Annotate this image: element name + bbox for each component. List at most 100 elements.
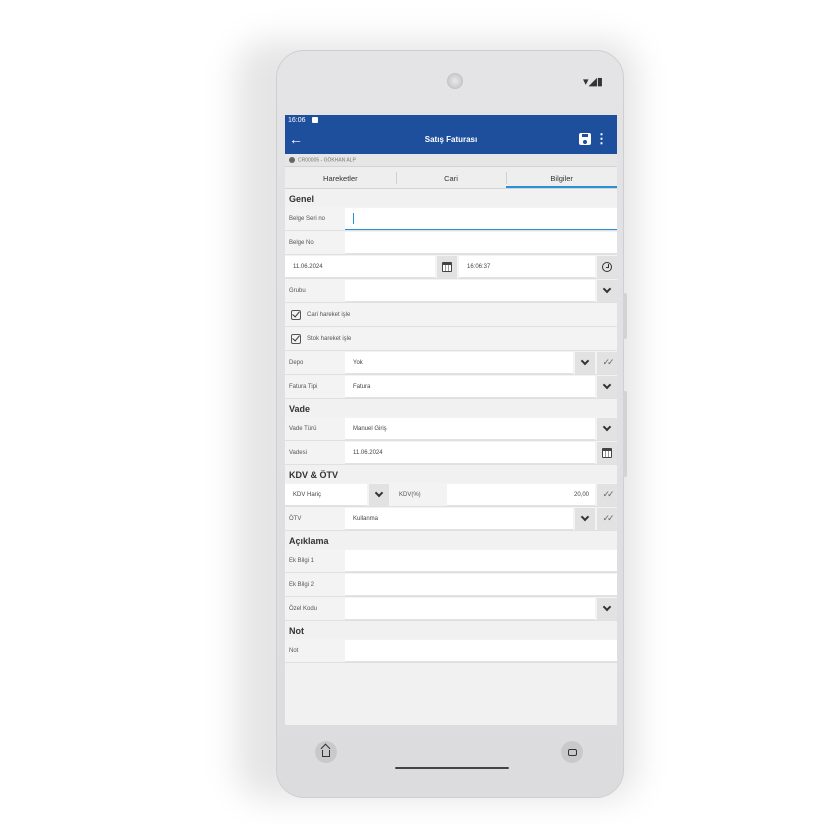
grubu-row: Grubu [285,279,617,303]
belge-no-row: Belge No [285,231,617,255]
recents-button[interactable] [561,741,583,763]
kdv-row: KDV Hariç KDV(%) 20,00 ✓✓ [285,483,617,507]
belge-seri-row: Belge Seri no [285,207,617,231]
ek-bilgi-2-label: Ek Bilgi 2 [289,581,315,588]
depo-confirm-button[interactable]: ✓✓ [597,351,617,374]
volume-button [623,293,627,339]
time-picker-button[interactable] [597,255,617,278]
date-time-row: 11.06.2024 16:06:37 [285,255,617,279]
ek-bilgi-2-row: Ek Bilgi 2 [285,573,617,597]
belge-seri-input[interactable] [345,207,617,230]
tab-hareketler[interactable]: Hareketler [285,167,396,188]
tab-bilgiler[interactable]: Bilgiler [506,167,617,188]
grubu-dropdown-button[interactable] [597,279,617,302]
fatura-tipi-row: Fatura Tipi Fatura [285,375,617,399]
otv-dropdown-button[interactable] [575,507,595,530]
more-vert-icon[interactable]: ⋮ [595,132,608,145]
calendar-icon [442,261,452,272]
vadesi-row: Vadesi 11.06.2024 [285,441,617,465]
stok-checkbox[interactable] [291,333,301,344]
customer-line: CR00005 - GÖKHAN ALP [285,154,617,167]
belge-no-input[interactable] [345,231,617,254]
kdv-mode-dropdown-button[interactable] [369,483,389,506]
page-title: Satış Faturası [424,135,478,144]
system-status-bar: 16:06 [285,115,617,128]
kdv-pct-label: KDV(%) [399,491,421,498]
chevron-down-icon [602,422,612,432]
chevron-down-icon [602,602,612,612]
recents-icon [567,748,577,756]
depo-select[interactable]: Yok [345,351,573,374]
ek-bilgi-2-input[interactable] [345,573,617,596]
fatura-tipi-select[interactable]: Fatura [345,375,595,398]
hardware-status-icons: ▾◢▮ [582,76,603,88]
ozel-kodu-dropdown-button[interactable] [597,597,617,620]
ek-bilgi-1-row: Ek Bilgi 1 [285,549,617,573]
depo-label: Depo [289,359,304,366]
belge-seri-label: Belge Seri no [289,215,326,222]
vade-turu-row: Vade Türü Manuel Giriş [285,417,617,441]
otv-label: ÖTV [289,515,302,522]
gesture-bar[interactable] [395,767,509,769]
status-time: 16:06 [288,117,306,124]
cari-checkbox[interactable] [291,309,301,320]
not-label: Not [289,647,299,654]
tab-cari[interactable]: Cari [395,167,507,188]
not-row: Not [285,639,617,663]
text-cursor [353,212,354,224]
tab-bar: Hareketler Cari Bilgiler [285,167,617,189]
double-check-icon: ✓✓ [602,489,614,499]
depo-row: Depo Yok ✓✓ [285,351,617,375]
kdv-confirm-button[interactable]: ✓✓ [597,483,617,506]
section-aciklama: Açıklama [285,531,617,549]
customer-label: CR00005 - GÖKHAN ALP [298,157,356,164]
vade-turu-select[interactable]: Manuel Giriş [345,417,595,440]
date-picker-button[interactable] [437,255,457,278]
stok-check-label: Stok hareket işle [307,335,352,342]
section-genel: Genel [285,189,617,207]
belge-no-label: Belge No [289,239,314,246]
home-button[interactable] [315,741,337,763]
vadesi-date-button[interactable] [597,441,617,464]
kdv-mode-select[interactable]: KDV Hariç [285,483,367,506]
vade-turu-dropdown-button[interactable] [597,417,617,440]
cari-check-row[interactable]: Cari hareket işle [285,303,617,327]
ek-bilgi-1-input[interactable] [345,549,617,572]
section-vade: Vade [285,399,617,417]
chevron-down-icon [374,488,384,498]
fatura-tipi-dropdown-button[interactable] [597,375,617,398]
user-icon [289,157,295,163]
otv-select[interactable]: Kullanma [345,507,573,530]
date-field[interactable]: 11.06.2024 [285,255,435,278]
vadesi-label: Vadesi [289,449,307,456]
app-bar: 16:06 ← Satış Faturası ⋮ [285,115,617,154]
time-field[interactable]: 16:06:37 [459,255,595,278]
section-not: Not [285,621,617,639]
vadesi-field[interactable]: 11.06.2024 [345,441,595,464]
otv-confirm-button[interactable]: ✓✓ [597,507,617,530]
title-bar: ← Satış Faturası ⋮ [285,128,617,154]
notification-icon [311,117,318,124]
kdv-pct-input[interactable]: 20,00 [447,483,595,506]
otv-row: ÖTV Kullanma ✓✓ [285,507,617,531]
ek-bilgi-1-label: Ek Bilgi 1 [289,557,315,564]
app-screen: 16:06 ← Satış Faturası ⋮ CR00005 - GÖKHA… [285,115,617,725]
not-input[interactable] [345,639,617,662]
double-check-icon: ✓✓ [602,513,614,523]
ozel-kodu-label: Özel Kodu [289,605,318,612]
double-check-icon: ✓✓ [602,357,614,367]
vade-turu-label: Vade Türü [289,425,317,432]
save-icon[interactable] [579,133,591,145]
chevron-down-icon [602,284,612,294]
chevron-down-icon [580,356,590,366]
fatura-tipi-label: Fatura Tipi [289,383,318,390]
grubu-select[interactable] [345,279,595,302]
depo-dropdown-button[interactable] [575,351,595,374]
section-kdv: KDV & ÖTV [285,465,617,483]
ozel-kodu-row: Özel Kodu [285,597,617,621]
home-icon [322,750,330,757]
ozel-kodu-select[interactable] [345,597,595,620]
cari-check-label: Cari hareket işle [307,311,351,318]
stok-check-row[interactable]: Stok hareket işle [285,327,617,351]
chevron-down-icon [580,512,590,522]
